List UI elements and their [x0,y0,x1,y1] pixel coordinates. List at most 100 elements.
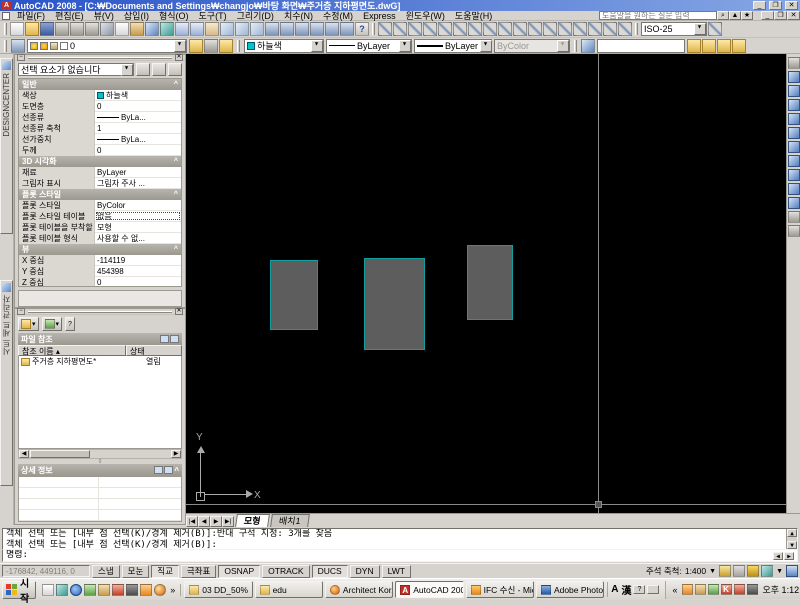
menu-item[interactable]: 윈도우(W) [401,11,450,20]
help-updates-icon[interactable]: ▲ [729,11,741,20]
selection-combo[interactable]: 선택 요소가 없습니다 [18,63,134,76]
property-row[interactable]: 도면층 0 [19,101,181,112]
layer-unlock-icon[interactable] [50,42,58,50]
property-row[interactable]: 플롯 테이블 형식 사용할 수 없... [19,233,181,244]
close-button[interactable]: ✕ [785,1,798,10]
chevron-down-icon[interactable] [694,23,706,35]
chevron-down-icon[interactable] [174,40,186,52]
drawing-canvas[interactable]: Y X [186,54,786,513]
show-desktop-icon[interactable] [42,584,54,596]
plot-icon[interactable] [55,22,69,36]
property-row[interactable]: 색상 하늘색 [19,90,181,101]
menu-item[interactable]: 뷰(V) [89,11,119,20]
property-row[interactable]: 플롯 스타일 테이블 없음 [19,211,181,222]
view-nw-isometric-icon[interactable] [788,197,800,209]
property-row[interactable]: 선종류 ByLa... [19,112,181,123]
block-editor-icon[interactable] [160,22,174,36]
browser-icon[interactable] [154,584,166,596]
osnap-toggle[interactable]: OSNAP [218,565,260,578]
chevron-down-icon[interactable] [480,40,492,52]
quick-dimension-icon[interactable] [498,22,512,36]
toggle-pickadd-icon[interactable] [136,63,150,76]
last-tab-icon[interactable]: ▶| [222,516,234,527]
quickcalc-icon[interactable] [340,22,354,36]
designcenter-icon[interactable] [280,22,294,36]
toolbar-grip[interactable] [4,23,7,35]
picture-viewer-icon[interactable] [140,584,152,596]
annotation-scale-value[interactable]: 1:400 [685,566,706,576]
tray-chevron-icon[interactable]: « [670,585,679,595]
property-row[interactable]: 그림자 표시 그림자 주사 ... [19,178,181,189]
angular-dimension-icon[interactable] [483,22,497,36]
ducs-toggle[interactable]: DUCS [312,565,348,578]
task-photoshop[interactable]: Adobe Photosh... [536,581,604,598]
layer-thaw-sun-icon[interactable] [40,42,48,50]
view-front-icon[interactable] [788,127,800,139]
pan-icon[interactable] [205,22,219,36]
property-section-header[interactable]: 3D 시각화 [19,156,181,167]
view-top-icon[interactable] [788,71,800,83]
drawn-rectangle[interactable] [467,245,513,320]
display-properties-icon[interactable] [84,584,96,596]
view-bottom-icon[interactable] [788,85,800,97]
ime-options-icon[interactable] [647,585,659,594]
orbit-icon[interactable] [788,225,800,237]
scroll-left-icon[interactable]: ◀ [773,552,783,560]
baseline-dimension-icon[interactable] [513,22,527,36]
dim-style-combo[interactable]: ISO-25 [641,22,707,36]
undo-icon[interactable] [175,22,189,36]
view-left-icon[interactable] [788,99,800,111]
named-style-combo[interactable] [597,39,685,53]
task-autocad[interactable]: A AutoCAD 200... [395,581,463,598]
designcenter-tab[interactable]: DESIGNCENTER [0,58,13,234]
dimension-edit-icon[interactable] [588,22,602,36]
save-icon[interactable] [40,22,54,36]
task-ifc[interactable]: IFC 수신 - Micr... [466,581,534,598]
view-se-isometric-icon[interactable] [788,169,800,181]
help-favorites-icon[interactable]: ★ [741,11,753,20]
prev-tab-icon[interactable]: ◀ [198,516,210,527]
collapse-chevron-icon[interactable] [174,158,178,165]
select-objects-icon[interactable] [152,63,166,76]
comm-center-icon[interactable] [761,565,773,577]
next-tab-icon[interactable]: ▶ [210,516,222,527]
tool-palettes-icon[interactable] [295,22,309,36]
task-edu[interactable]: edu [255,581,323,598]
column-reference-name[interactable]: 참조 이름 ▴ [18,345,126,356]
redo-icon[interactable] [190,22,204,36]
property-section-header[interactable]: 플롯 스타일 [19,189,181,200]
doc-minimize-button[interactable]: _ [761,11,774,20]
zoom-realtime-icon[interactable] [220,22,234,36]
collapse-chevron-icon[interactable] [174,191,178,198]
color-combo[interactable]: 하늘색 [244,39,324,53]
tray-app1-icon[interactable] [682,584,693,595]
help-icon[interactable]: ? [355,22,369,36]
named-views-icon[interactable] [788,57,800,69]
palette-drag-bar[interactable] [28,311,172,313]
property-row[interactable]: 재료 ByLayer [19,167,181,178]
collapse-chevron-icon[interactable] [174,246,178,253]
snap-toggle[interactable]: 스냅 [92,565,120,578]
task-03dd[interactable]: 03 DD_50% [184,581,252,598]
close-icon[interactable]: ✕ [175,54,183,61]
toolbar-lock-icon[interactable] [747,565,759,577]
close-icon[interactable]: ✕ [175,308,183,315]
make-object-layer-current-icon[interactable] [189,39,203,53]
first-tab-icon[interactable]: |◀ [186,516,198,527]
dimension-style-manager-icon[interactable] [708,22,722,36]
grid-toggle[interactable]: 모눈 [122,565,150,578]
collapse-chevron-icon[interactable] [174,81,178,88]
clean-screen-button[interactable] [786,565,798,577]
toolbar-grip[interactable] [372,23,375,35]
plot-preview-icon[interactable] [70,22,84,36]
zoom-window-icon[interactable] [235,22,249,36]
scroll-right-icon[interactable]: ▶ [784,552,794,560]
dyn-toggle[interactable]: DYN [350,565,380,578]
help-search-icon[interactable]: ⌕ [717,11,729,20]
view-sw-isometric-icon[interactable] [788,155,800,167]
dimension-update-icon[interactable] [618,22,632,36]
menu-item[interactable]: 그리기(D) [232,11,279,20]
view-right-icon[interactable] [788,113,800,125]
cut-icon[interactable] [100,22,114,36]
toolbar-grip[interactable] [4,40,7,52]
